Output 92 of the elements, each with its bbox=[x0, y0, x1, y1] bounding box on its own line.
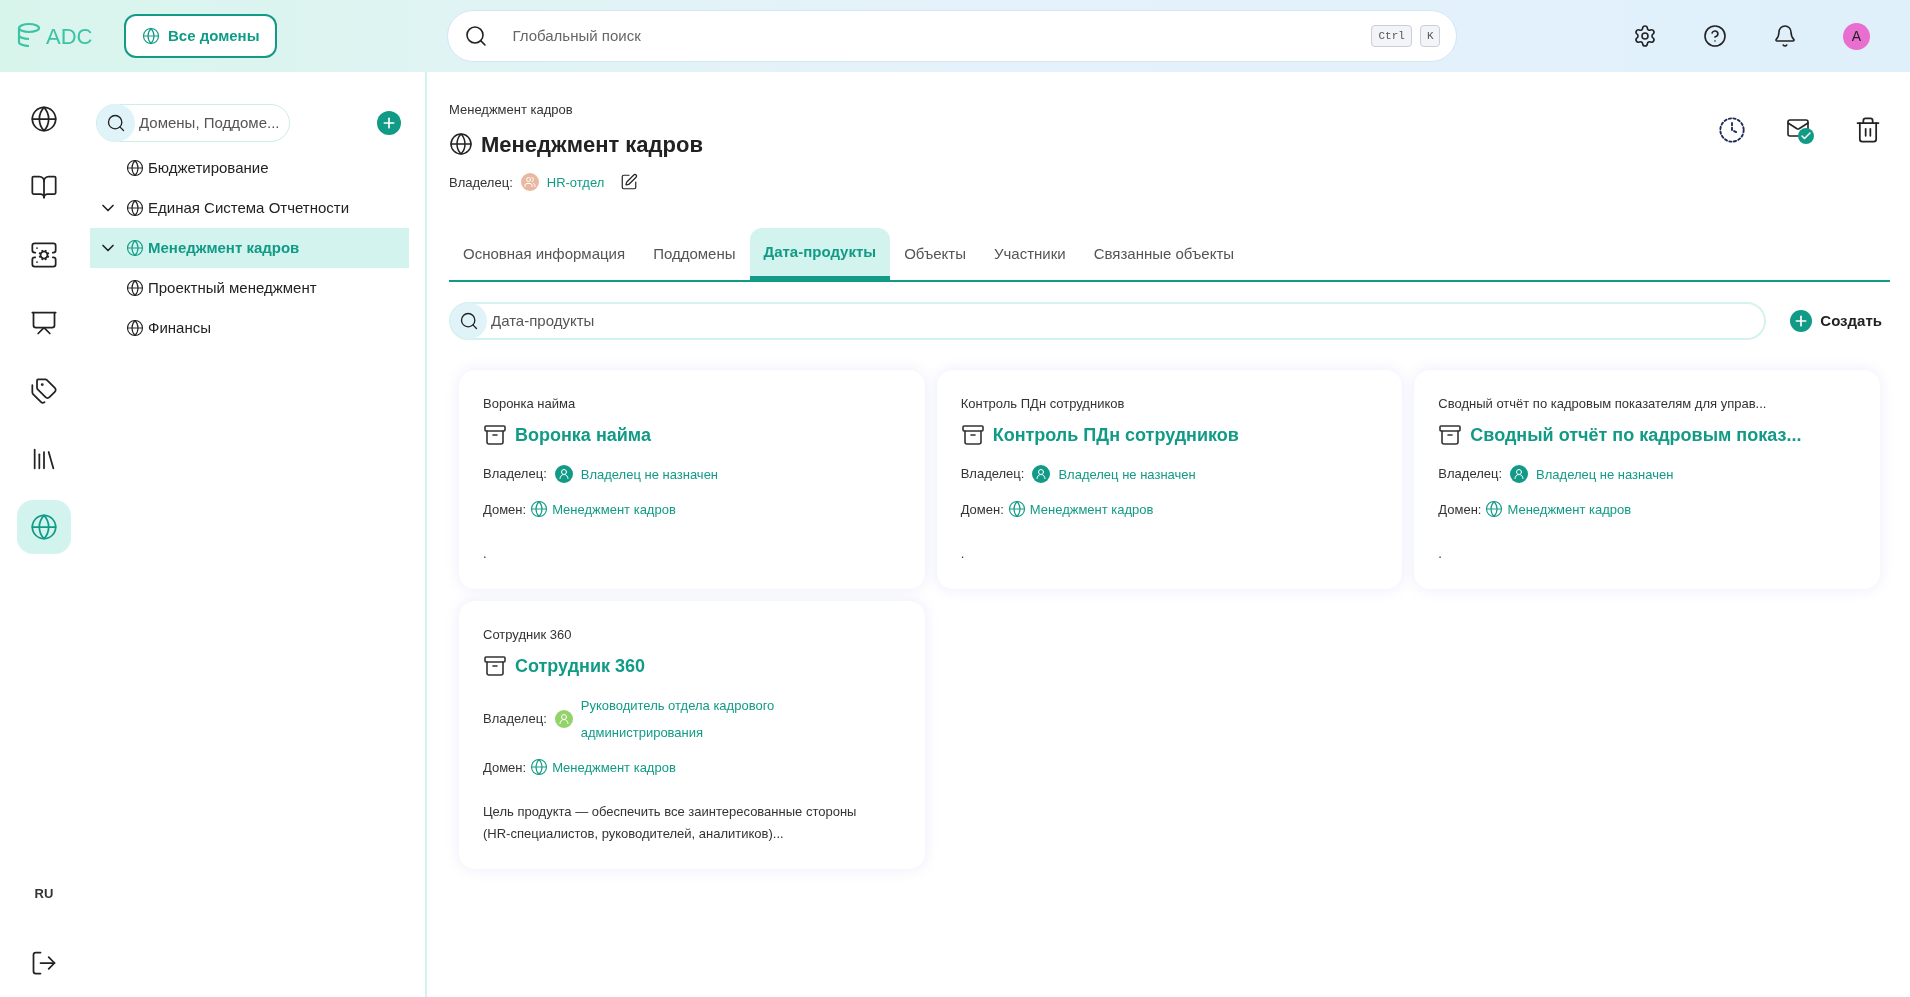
monitor-icon bbox=[30, 309, 58, 337]
shortcut-key: Ctrl bbox=[1371, 24, 1412, 48]
mail-check-icon[interactable] bbox=[1786, 116, 1814, 144]
search-icon bbox=[459, 311, 479, 331]
tree-item[interactable]: Проектный менеджмент bbox=[90, 268, 409, 308]
globe-icon bbox=[126, 279, 144, 297]
box-icon bbox=[483, 423, 507, 447]
card-caption: Сводный отчёт по кадровым показателям для управ... bbox=[1438, 395, 1768, 413]
owner-link[interactable]: Руководитель отдела кадрового администрирования bbox=[580, 691, 801, 746]
help-icon[interactable] bbox=[1703, 24, 1727, 48]
owner-label: Владелец: bbox=[483, 709, 547, 728]
card-caption: Сотрудник 360 bbox=[483, 626, 573, 644]
tags-icon bbox=[30, 377, 58, 405]
owner-label: Владелец: bbox=[960, 465, 1025, 484]
plus-icon bbox=[1790, 310, 1813, 332]
tab[interactable]: Объекты bbox=[890, 228, 980, 280]
tree-search-field[interactable]: Домены, Поддоме... bbox=[139, 111, 289, 135]
logout-icon[interactable] bbox=[30, 949, 58, 977]
owner-label: Владелец: bbox=[483, 465, 547, 484]
domain-link[interactable]: Менеджмент кадров bbox=[552, 499, 676, 519]
global-search-bar[interactable]: Глобальный поиск Ctrl K bbox=[447, 10, 1458, 62]
settings-icon[interactable] bbox=[1633, 24, 1657, 48]
card-caption: Воронка найма bbox=[483, 395, 577, 413]
shortcut-key: K bbox=[1419, 24, 1441, 48]
tree-item[interactable]: Бюджетирование bbox=[90, 148, 409, 188]
globe-icon bbox=[126, 239, 144, 257]
tree-item[interactable]: Единая Система Отчетности bbox=[90, 188, 409, 228]
domain-link[interactable]: Менеджмент кадров bbox=[552, 757, 676, 777]
product-card[interactable]: Воронка найма Воронка найма Владелец: Владелец не назначен Домен: Менеджмент кадров . bbox=[459, 370, 925, 589]
owner-link[interactable]: HR-отдел bbox=[546, 172, 605, 192]
card-description: Цель продукта — обеспечить все заинтересованные стороны (HR-специалистов, руководителей, аналитиков)... bbox=[483, 803, 858, 843]
owner-label: Владелец: bbox=[1438, 465, 1503, 484]
box-icon bbox=[960, 423, 985, 447]
card-title[interactable]: Сводный отчёт по кадровым показ... bbox=[1470, 421, 1802, 449]
domain-label: Домен: bbox=[1438, 500, 1482, 519]
domain-link[interactable]: Менеджмент кадров bbox=[1507, 499, 1632, 519]
card-title[interactable]: Контроль ПДн сотрудников bbox=[992, 421, 1239, 449]
products-search-bar[interactable]: Дата-продукты bbox=[449, 302, 1767, 340]
language-button[interactable]: RU bbox=[34, 883, 54, 903]
globe-icon bbox=[530, 758, 549, 777]
globe-icon bbox=[530, 500, 549, 519]
search-icon bbox=[106, 113, 126, 133]
globe-icon bbox=[126, 159, 144, 177]
create-button[interactable]: Создать bbox=[1790, 309, 1882, 333]
owner-link[interactable]: Владелец не назначен bbox=[580, 460, 719, 488]
delete-icon[interactable] bbox=[1854, 116, 1882, 144]
card-description: . bbox=[960, 545, 966, 563]
tree-item[interactable]: Финансы bbox=[90, 308, 409, 348]
domain-label: Домен: bbox=[960, 500, 1004, 519]
breadcrumb[interactable]: Менеджмент кадров bbox=[449, 100, 703, 120]
edit-icon[interactable] bbox=[620, 173, 639, 192]
products-search-field[interactable]: Дата-продукты bbox=[491, 309, 1765, 333]
history-icon[interactable] bbox=[1718, 116, 1746, 144]
box-icon bbox=[1438, 423, 1463, 447]
owner-link[interactable]: Владелец не назначен bbox=[1058, 460, 1196, 488]
notification-icon[interactable] bbox=[1773, 24, 1797, 48]
globe-icon bbox=[449, 132, 473, 156]
search-icon bbox=[464, 24, 489, 48]
tab[interactable]: Основная информация bbox=[449, 228, 640, 280]
tab[interactable]: Поддомены bbox=[639, 228, 750, 280]
domain-link[interactable]: Менеджмент кадров bbox=[1029, 499, 1154, 519]
all-domains-button[interactable]: Все домены bbox=[124, 14, 278, 58]
plus-icon bbox=[381, 115, 397, 131]
tab[interactable]: Участники bbox=[980, 228, 1080, 280]
card-title[interactable]: Воронка найма bbox=[515, 421, 651, 449]
owner-link[interactable]: Владелец не назначен bbox=[1536, 460, 1674, 488]
server-icon bbox=[30, 241, 58, 269]
logo-text: ADC bbox=[46, 22, 93, 51]
domain-label: Домен: bbox=[483, 500, 527, 519]
globe-icon bbox=[126, 199, 144, 217]
domain-label: Домен: bbox=[483, 758, 527, 777]
product-card[interactable] bbox=[459, 601, 925, 869]
box-icon bbox=[483, 654, 507, 678]
page-title: Менеджмент кадров bbox=[481, 130, 703, 159]
add-domain-button[interactable] bbox=[377, 111, 401, 135]
owner-label: Владелец: bbox=[449, 173, 513, 192]
globe-icon bbox=[1007, 500, 1026, 519]
globe-icon bbox=[126, 319, 144, 337]
card-title[interactable]: Сотрудник 360 bbox=[515, 652, 646, 680]
globe-icon bbox=[142, 27, 160, 45]
card-caption: Контроль ПДн сотрудников bbox=[960, 395, 1126, 413]
globe-icon bbox=[30, 105, 58, 133]
card-description: . bbox=[1438, 545, 1443, 563]
book-icon bbox=[30, 173, 58, 201]
card-description: . bbox=[483, 545, 488, 563]
user-avatar[interactable]: A bbox=[1843, 22, 1870, 50]
tab[interactable]: Связанные объекты bbox=[1079, 228, 1249, 280]
globe-icon bbox=[30, 513, 58, 541]
globe-icon bbox=[1485, 500, 1504, 519]
global-search-field[interactable]: Глобальный поиск bbox=[512, 24, 1364, 48]
product-card[interactable]: Контроль ПДн сотрудников Контроль ПДн сотрудников Владелец: Владелец не назначен Домен: Менеджмент кадров . bbox=[936, 370, 1403, 589]
product-card[interactable]: Сводный отчёт по кадровым показателям для управ... Сводный отчёт по кадровым показ... Владелец: Владелец не назначен Домен: Менеджмент кадров . bbox=[1414, 370, 1880, 589]
